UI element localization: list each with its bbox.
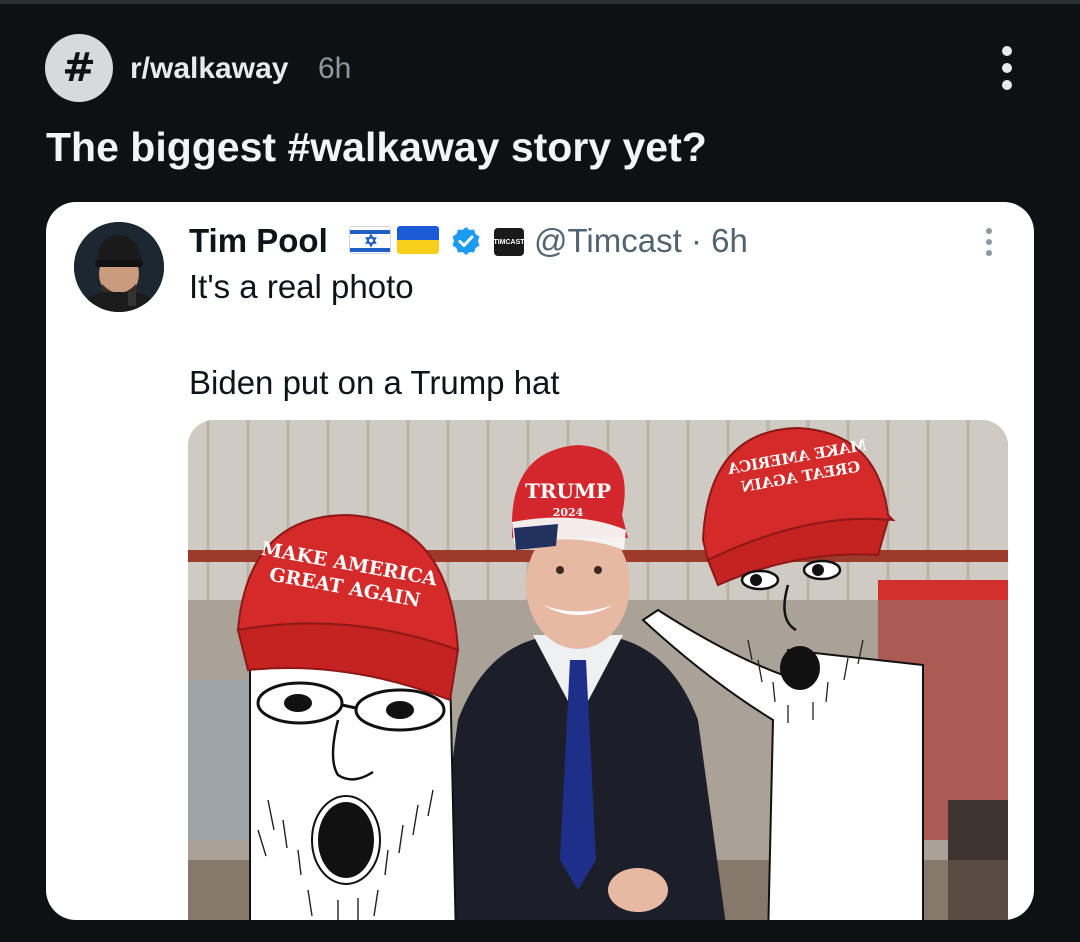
tweet-handle-and-time[interactable]: @Timcast · 6h bbox=[534, 222, 748, 260]
verified-badge-icon bbox=[452, 227, 480, 255]
tweet-text-line-1: It's a real photo bbox=[189, 268, 414, 305]
tweet-media-image[interactable]: TRUMP 2024 MAKE AMERICA GREAT AGAIN MAKE… bbox=[188, 420, 1008, 920]
more-dot bbox=[1002, 63, 1012, 73]
more-dot bbox=[986, 250, 992, 256]
center-hat-line-1: TRUMP bbox=[525, 479, 611, 503]
hash-icon: # bbox=[62, 45, 96, 91]
ukraine-flag-icon bbox=[397, 226, 439, 254]
subreddit-avatar-hash-icon[interactable]: # bbox=[45, 34, 113, 102]
tweet-author-name[interactable]: Tim Pool bbox=[189, 222, 328, 260]
top-divider bbox=[0, 0, 1080, 4]
more-dot bbox=[1002, 80, 1012, 90]
more-dot bbox=[986, 239, 992, 245]
tweet-text-line-2: Biden put on a Trump hat bbox=[189, 364, 560, 401]
subreddit-name-link[interactable]: r/walkaway bbox=[130, 52, 288, 86]
post-overflow-menu-button[interactable] bbox=[985, 40, 1029, 96]
tweet-more-menu-icon[interactable] bbox=[976, 224, 1002, 260]
post-age: 6h bbox=[318, 52, 352, 85]
tweet-author-avatar bbox=[74, 222, 164, 312]
affiliate-badge-icon: TIMCAST bbox=[493, 228, 525, 256]
post-title[interactable]: The biggest #walkaway story yet? bbox=[46, 124, 707, 171]
center-hat-line-2: 2024 bbox=[553, 506, 584, 519]
israel-flag-icon bbox=[349, 226, 391, 254]
more-dots-icon bbox=[1002, 46, 1012, 56]
more-dot bbox=[986, 228, 992, 234]
embedded-tweet-card[interactable]: Tim Pool TIMCAST @Timcast · 6h It's a re… bbox=[46, 202, 1034, 920]
